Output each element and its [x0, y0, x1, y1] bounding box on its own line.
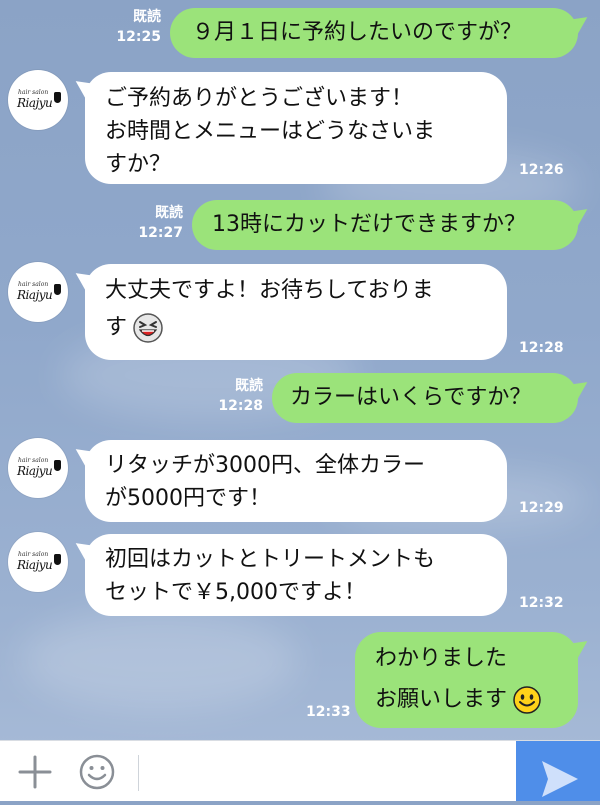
bubble-tail	[69, 266, 99, 296]
smiley-icon[interactable]	[78, 753, 116, 791]
message-line: ご予約ありがとうございます！	[105, 86, 414, 111]
avatar-logo-mark	[54, 554, 61, 565]
message-line: お願いします	[375, 687, 508, 712]
message-text: カラーはいくらですか？	[290, 385, 532, 410]
laughing-emoji-icon	[133, 313, 163, 343]
message-time: 12:32	[519, 595, 564, 611]
message-time: 12:28	[519, 340, 564, 356]
message-text: 13時にカットだけできますか？	[212, 212, 526, 237]
message-time: 12:33	[306, 704, 351, 720]
message-line: が5000円です！	[105, 486, 271, 511]
salon-avatar[interactable]: hair salon Riajyu	[8, 70, 68, 130]
message-line: 大丈夫ですよ！お待ちしておりま	[105, 278, 434, 303]
message-bubble-incoming[interactable]: リタッチが3000円、全体カラー が5000円です！	[69, 440, 507, 522]
bubble-tail	[69, 536, 99, 566]
message-time: 12:29	[519, 500, 564, 516]
read-receipt: 既読 12:27	[138, 205, 183, 241]
message-bubble-outgoing[interactable]: カラーはいくらですか？	[272, 373, 594, 423]
send-button[interactable]	[516, 741, 600, 801]
avatar-logo-text: Riajyu	[17, 558, 53, 572]
avatar-logo-text: Riajyu	[17, 464, 53, 478]
avatar-logo-text: Riajyu	[17, 288, 53, 302]
message-bubble-incoming[interactable]: 初回はカットとトリートメントも セットで￥5,000ですよ！	[69, 534, 507, 616]
message-time: 12:26	[519, 162, 564, 178]
salon-avatar[interactable]: hair salon Riajyu	[8, 532, 68, 592]
message-line: お時間とメニューはどうなさいま	[105, 119, 436, 144]
bubble-tail	[69, 442, 99, 472]
avatar-logo-mark	[54, 460, 61, 471]
bubble-tail	[564, 375, 594, 405]
avatar-logo-subtitle: hair salon	[18, 89, 49, 96]
bubble-tail	[564, 10, 594, 40]
message-bubble-incoming[interactable]: 大丈夫ですよ！お待ちしておりま す	[69, 264, 507, 360]
background-cloud	[20, 610, 300, 710]
avatar-logo-text: Riajyu	[17, 96, 53, 110]
plus-icon[interactable]	[18, 755, 52, 789]
message-input-bar	[0, 740, 600, 801]
salon-avatar[interactable]: hair salon Riajyu	[8, 438, 68, 498]
avatar-logo-mark	[54, 92, 61, 103]
read-receipt: 既読 12:25	[116, 9, 161, 45]
read-receipt: 既読 12:28	[218, 378, 263, 414]
avatar-logo-subtitle: hair salon	[18, 281, 49, 288]
smiling-emoji-icon	[513, 686, 541, 714]
message-line: 初回はカットとトリートメントも	[105, 547, 436, 572]
avatar-logo-subtitle: hair salon	[18, 457, 49, 464]
bubble-tail	[69, 74, 99, 104]
input-divider	[138, 755, 139, 791]
message-line: セットで￥5,000ですよ！	[105, 580, 366, 605]
message-text: ９月１日に予約したいのですが？	[192, 20, 523, 45]
message-bubble-outgoing[interactable]: 13時にカットだけできますか？	[192, 200, 594, 250]
salon-avatar[interactable]: hair salon Riajyu	[8, 262, 68, 322]
message-line: す	[105, 315, 128, 340]
message-bubble-outgoing[interactable]: わかりました お願いします	[355, 632, 594, 728]
message-line: すか？	[105, 152, 172, 177]
avatar-logo-mark	[54, 284, 61, 295]
message-line: わかりました	[375, 646, 508, 671]
message-bubble-outgoing[interactable]: ９月１日に予約したいのですが？	[170, 8, 594, 58]
send-arrow-icon	[542, 761, 578, 797]
avatar-logo-subtitle: hair salon	[18, 551, 49, 558]
message-bubble-incoming[interactable]: ご予約ありがとうございます！ お時間とメニューはどうなさいま すか？	[69, 72, 507, 184]
message-line: リタッチが3000円、全体カラー	[105, 453, 425, 478]
bubble-tail	[564, 202, 594, 232]
